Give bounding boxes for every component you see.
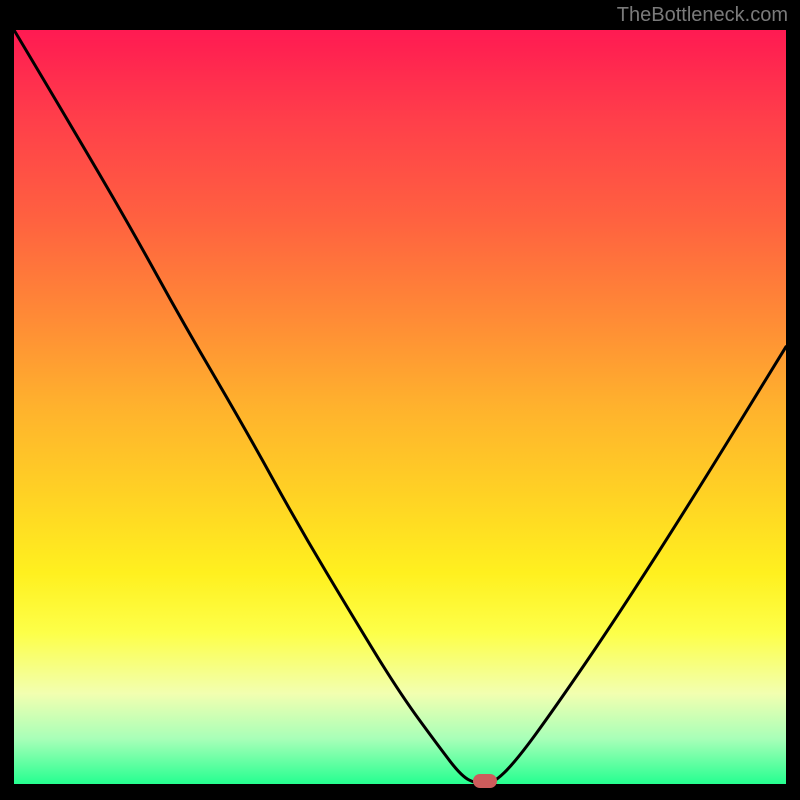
bottleneck-curve — [14, 30, 786, 784]
optimal-point-marker — [473, 774, 497, 788]
chart-container: TheBottleneck.com — [0, 0, 800, 800]
watermark-text: TheBottleneck.com — [617, 4, 788, 27]
chart-plot-area — [14, 30, 786, 784]
